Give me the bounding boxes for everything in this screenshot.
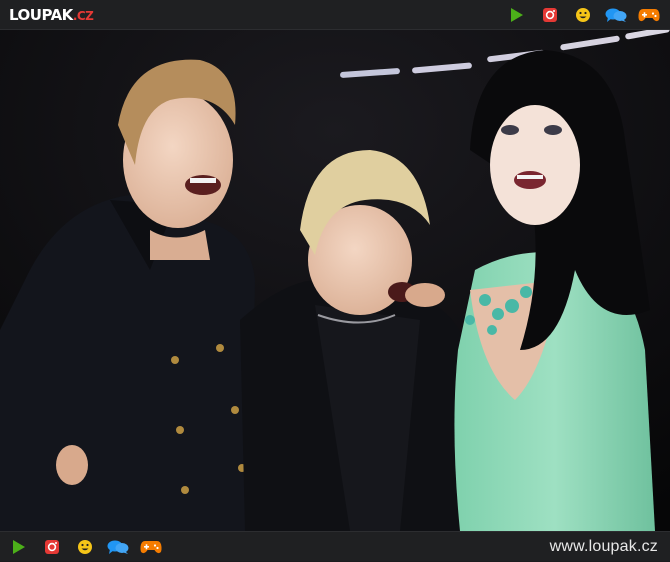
chat-icon[interactable] [605, 5, 627, 25]
instagram-icon[interactable] [539, 5, 561, 25]
site-logo[interactable]: LOUPAK.CZ [9, 5, 94, 25]
play-icon[interactable] [8, 537, 30, 557]
bottom-icon-group [8, 532, 173, 562]
top-icon-group [495, 0, 660, 30]
play-icon[interactable] [506, 5, 528, 25]
instagram-icon[interactable] [41, 537, 63, 557]
chat-icon[interactable] [107, 537, 129, 557]
main-photo [0, 30, 670, 531]
gamepad-icon[interactable] [140, 537, 162, 557]
bottom-bar: www.loupak.cz [0, 531, 670, 561]
smiley-icon[interactable] [572, 5, 594, 25]
logo-tld: .CZ [72, 9, 94, 23]
top-bar: LOUPAK.CZ [0, 0, 670, 30]
gamepad-icon[interactable] [638, 5, 660, 25]
logo-text: LOUPAK [9, 6, 73, 24]
smiley-icon[interactable] [74, 537, 96, 557]
photo-illustration [0, 30, 670, 531]
site-url-link[interactable]: www.loupak.cz [550, 532, 658, 562]
